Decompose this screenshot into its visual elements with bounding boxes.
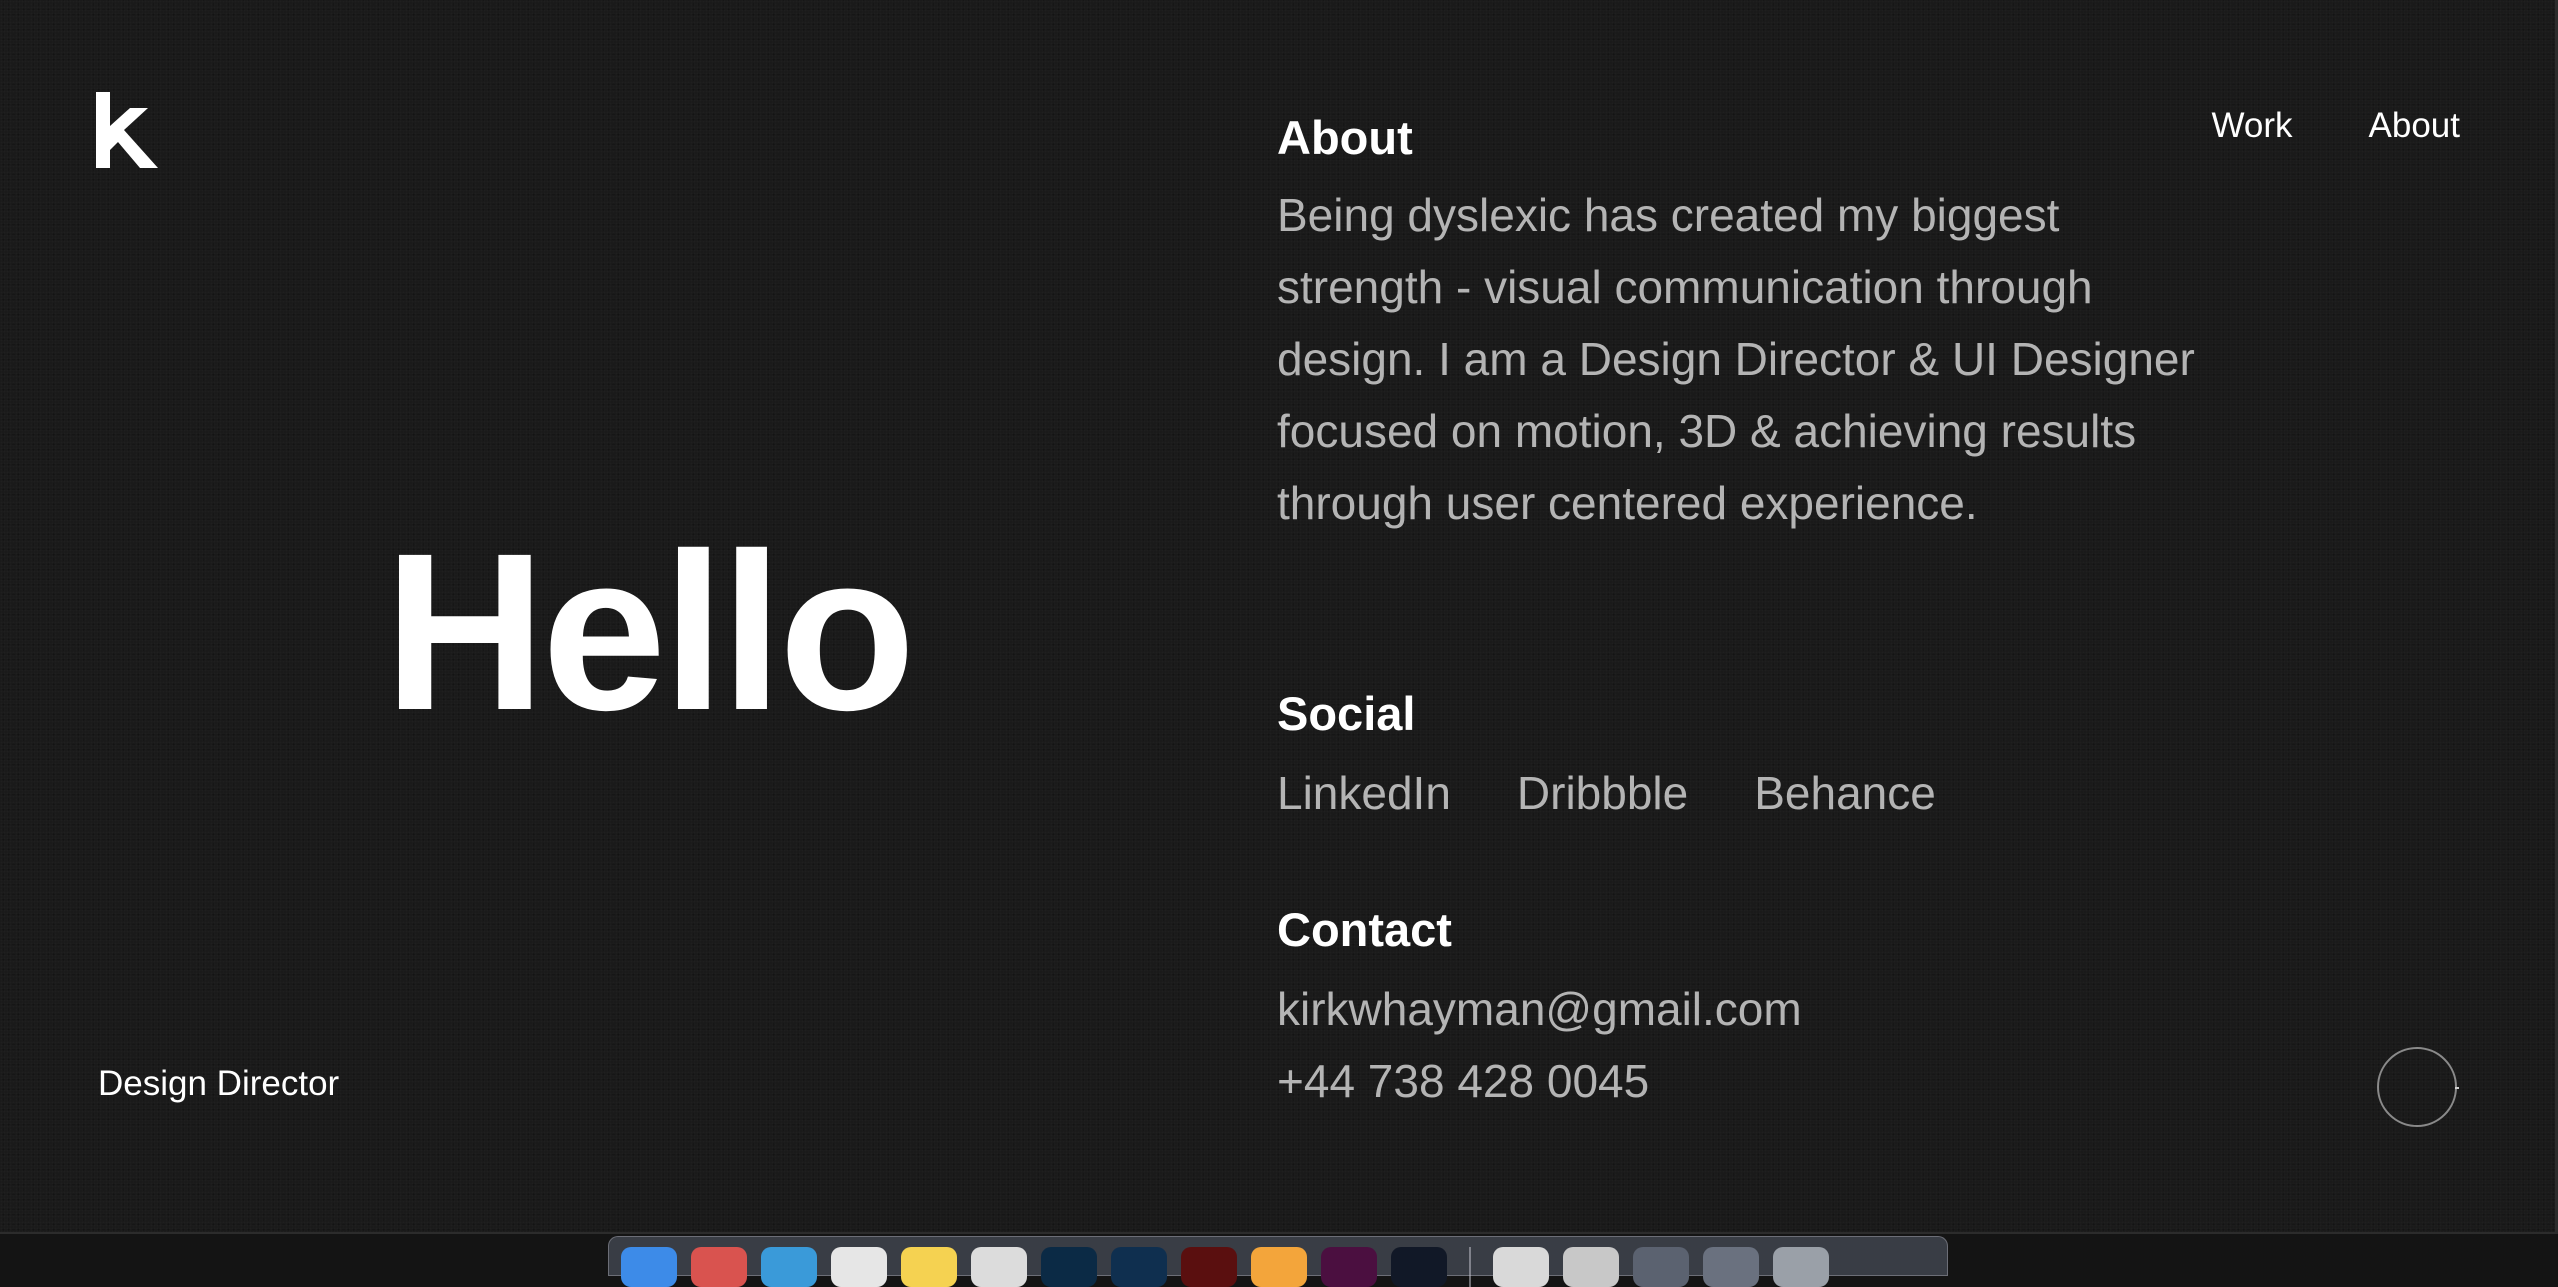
mail-icon[interactable] [971, 1247, 1027, 1287]
terminal-icon[interactable] [1391, 1247, 1447, 1287]
document-icon[interactable] [1493, 1247, 1549, 1287]
document-icon[interactable] [1563, 1247, 1619, 1287]
about-title: About [1277, 111, 1413, 164]
macos-dock [608, 1236, 1948, 1287]
contact-title: Contact [1277, 903, 1452, 956]
role-label: Design Director [98, 1064, 340, 1103]
about-text: Being dyslexic has created my biggest st… [1277, 189, 2195, 529]
folder-icon[interactable] [1703, 1247, 1759, 1287]
dock-separator [1469, 1247, 1471, 1287]
nav-work-link[interactable]: Work [2212, 108, 2293, 143]
acrobat-icon[interactable] [1181, 1247, 1237, 1287]
linkedin-link[interactable]: LinkedIn [1277, 766, 1451, 821]
about-panel: About Being dyslexic has created my bigg… [1277, 111, 2197, 1107]
notes-icon[interactable] [901, 1247, 957, 1287]
chrome-icon[interactable] [691, 1247, 747, 1287]
folder-icon[interactable] [1633, 1247, 1689, 1287]
portfolio-page: Work About Hello Design Director About B… [0, 0, 2558, 1234]
safari-icon[interactable] [761, 1247, 817, 1287]
finder-icon[interactable] [621, 1247, 677, 1287]
calendar-icon[interactable] [831, 1247, 887, 1287]
top-nav: Work About [2212, 108, 2461, 143]
photoshop-beta-icon[interactable] [1111, 1247, 1167, 1287]
behance-link[interactable]: Behance [1754, 766, 1936, 821]
xd-icon[interactable] [1321, 1247, 1377, 1287]
social-title: Social [1277, 687, 1416, 740]
hero-greeting: Hello [384, 507, 916, 757]
k-logo-icon[interactable] [96, 92, 158, 168]
nav-about-link[interactable]: About [2369, 108, 2460, 143]
sketch-icon[interactable] [1251, 1247, 1307, 1287]
trash-icon[interactable] [1773, 1247, 1829, 1287]
phone-link[interactable]: +44 738 428 0045 [1277, 1054, 1649, 1109]
dribbble-link[interactable]: Dribbble [1517, 766, 1688, 821]
circle-cursor-button[interactable] [2377, 1047, 2459, 1127]
photoshop-icon[interactable] [1041, 1247, 1097, 1287]
email-link[interactable]: kirkwhayman@gmail.com [1277, 982, 1802, 1037]
social-links: LinkedIn Dribbble Behance [1277, 766, 1936, 821]
